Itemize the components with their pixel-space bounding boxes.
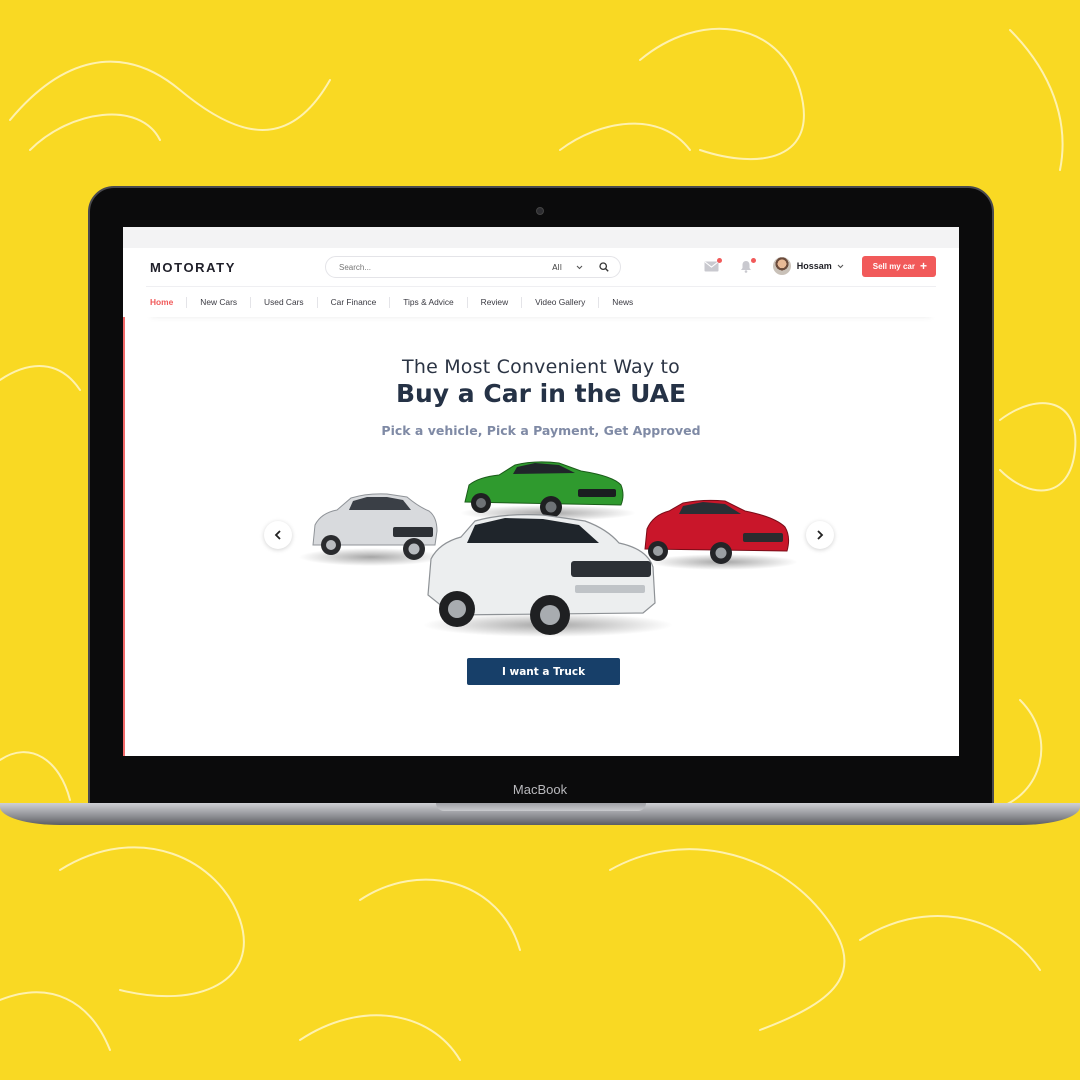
chevron-right-icon (817, 530, 824, 540)
browser-screen: MOTORATY All (123, 227, 959, 756)
chevron-left-icon (274, 530, 281, 540)
laptop-hinge-notch (436, 803, 646, 811)
red-hatchback[interactable] (644, 499, 798, 570)
white-suv[interactable] (423, 514, 673, 637)
silver-sedan[interactable] (299, 493, 443, 566)
webcam (536, 207, 544, 215)
carousel-prev-button[interactable] (264, 521, 292, 549)
carousel-next-button[interactable] (806, 521, 834, 549)
green-sports-car[interactable] (460, 461, 636, 521)
device-brand-label: MacBook (512, 782, 568, 797)
want-truck-button[interactable]: I want a Truck (467, 658, 620, 685)
